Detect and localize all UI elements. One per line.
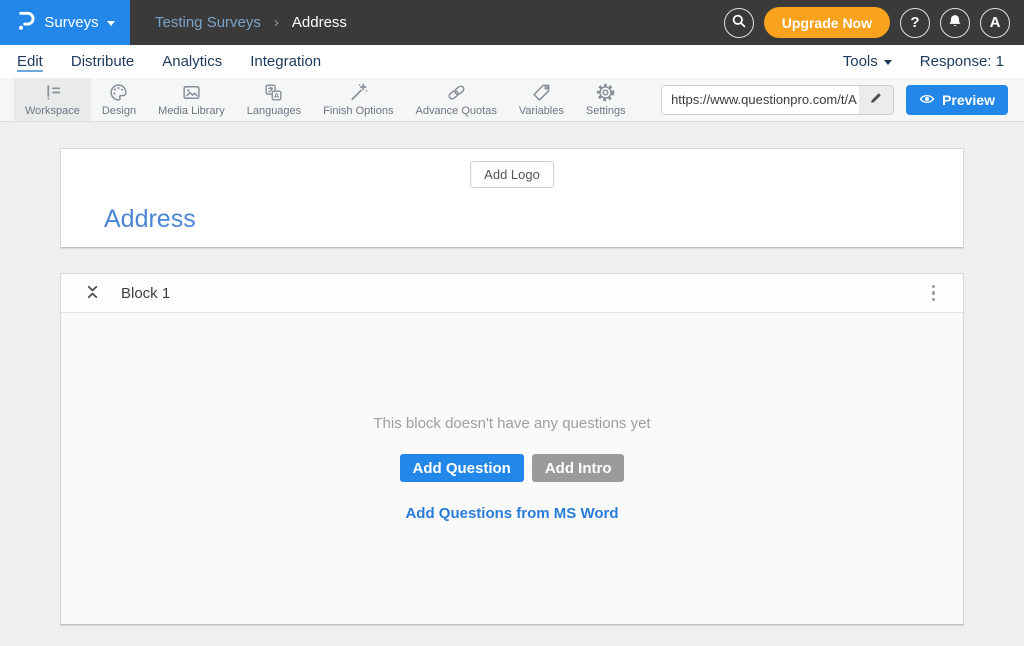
toolbar-item-settings[interactable]: Settings <box>575 78 637 121</box>
block-menu-button[interactable] <box>926 281 942 306</box>
design-icon <box>108 82 129 103</box>
survey-header-card: Add Logo Address <box>60 148 964 248</box>
survey-url-group <box>661 85 894 115</box>
edit-toolbar: Workspace Design <box>0 78 1024 122</box>
empty-block-message: This block doesn't have any questions ye… <box>373 415 650 432</box>
collapse-icon <box>85 284 100 303</box>
variables-icon <box>531 82 552 103</box>
avatar-button[interactable]: A <box>980 8 1010 38</box>
breadcrumb-current: Address <box>292 14 347 31</box>
search-button[interactable] <box>724 8 754 38</box>
tools-menu[interactable]: Tools <box>843 53 892 70</box>
toolbar-right: Preview <box>661 78 1024 121</box>
edit-url-button[interactable] <box>859 86 893 114</box>
eye-icon <box>919 92 935 108</box>
workspace-icon <box>42 82 63 103</box>
top-header: Surveys Testing Surveys › Address Upgrad… <box>0 0 1024 45</box>
tab-distribute[interactable]: Distribute <box>71 53 134 70</box>
upgrade-now-button[interactable]: Upgrade Now <box>764 7 890 38</box>
kebab-menu-icon <box>932 285 936 302</box>
toolbar-item-label: Finish Options <box>323 105 393 117</box>
add-intro-button[interactable]: Add Intro <box>532 454 625 482</box>
block-title: Block 1 <box>121 285 170 302</box>
finish-options-icon <box>348 82 369 103</box>
add-logo-button[interactable]: Add Logo <box>470 161 554 188</box>
help-icon: ? <box>910 14 919 31</box>
bell-icon <box>947 13 963 33</box>
block-header: Block 1 <box>61 274 963 313</box>
media-library-icon <box>181 82 202 103</box>
toolbar-item-media-library[interactable]: Media Library <box>147 78 236 121</box>
toolbar-item-variables[interactable]: Variables <box>508 78 575 121</box>
toolbar-item-label: Workspace <box>25 105 80 117</box>
pencil-icon <box>869 91 883 108</box>
settings-icon <box>595 82 616 103</box>
block-actions: Add Question Add Intro <box>400 454 625 482</box>
notifications-button[interactable] <box>940 8 970 38</box>
toolbar-item-finish-options[interactable]: Finish Options <box>312 78 404 121</box>
languages-icon: A <box>263 82 284 103</box>
breadcrumb: Testing Surveys › Address <box>155 14 347 31</box>
toolbar-item-label: Design <box>102 105 136 117</box>
help-button[interactable]: ? <box>900 8 930 38</box>
advance-quotas-icon <box>446 82 467 103</box>
add-question-button[interactable]: Add Question <box>400 454 524 482</box>
questionpro-logo-icon <box>15 9 36 37</box>
chevron-down-icon <box>884 60 892 65</box>
product-label: Surveys <box>44 14 98 31</box>
preview-button[interactable]: Preview <box>906 85 1008 115</box>
search-icon <box>731 13 747 33</box>
survey-title: Address <box>104 205 196 234</box>
tab-edit[interactable]: Edit <box>17 53 43 70</box>
block-body: This block doesn't have any questions ye… <box>61 313 963 624</box>
toolbar-item-advance-quotas[interactable]: Advance Quotas <box>404 78 507 121</box>
toolbar-item-label: Settings <box>586 105 626 117</box>
toolbar-item-label: Advance Quotas <box>415 105 496 117</box>
svg-text:A: A <box>274 91 280 100</box>
surveys-product-menu[interactable]: Surveys <box>0 0 130 45</box>
header-actions: Upgrade Now ? A <box>724 7 1024 38</box>
tab-integration[interactable]: Integration <box>250 53 321 70</box>
add-from-ms-word-link[interactable]: Add Questions from MS Word <box>405 505 618 522</box>
survey-nav: Edit Distribute Analytics Integration To… <box>0 45 1024 78</box>
main-content: Add Logo Address Block 1 <box>0 122 1024 646</box>
toolbar-item-label: Variables <box>519 105 564 117</box>
toolbar-item-workspace[interactable]: Workspace <box>14 78 91 121</box>
tools-label: Tools <box>843 53 878 70</box>
breadcrumb-separator: › <box>274 14 279 31</box>
nav-right: Tools Response: 1 <box>843 53 1004 70</box>
breadcrumb-parent-link[interactable]: Testing Surveys <box>155 14 261 31</box>
app-root: Surveys Testing Surveys › Address Upgrad… <box>0 0 1024 646</box>
response-count: Response: 1 <box>920 53 1004 70</box>
avatar-letter: A <box>990 14 1001 31</box>
chevron-down-icon <box>107 21 115 26</box>
survey-url-input[interactable] <box>662 86 859 114</box>
toolbar-item-label: Media Library <box>158 105 225 117</box>
toolbar-item-design[interactable]: Design <box>91 78 147 121</box>
toolbar-item-label: Languages <box>247 105 301 117</box>
preview-label: Preview <box>942 92 995 108</box>
tab-analytics[interactable]: Analytics <box>162 53 222 70</box>
block-card: Block 1 This block doesn't have any ques… <box>60 273 964 625</box>
toolbar-item-languages[interactable]: A Languages <box>236 78 312 121</box>
collapse-block-button[interactable] <box>83 282 102 305</box>
